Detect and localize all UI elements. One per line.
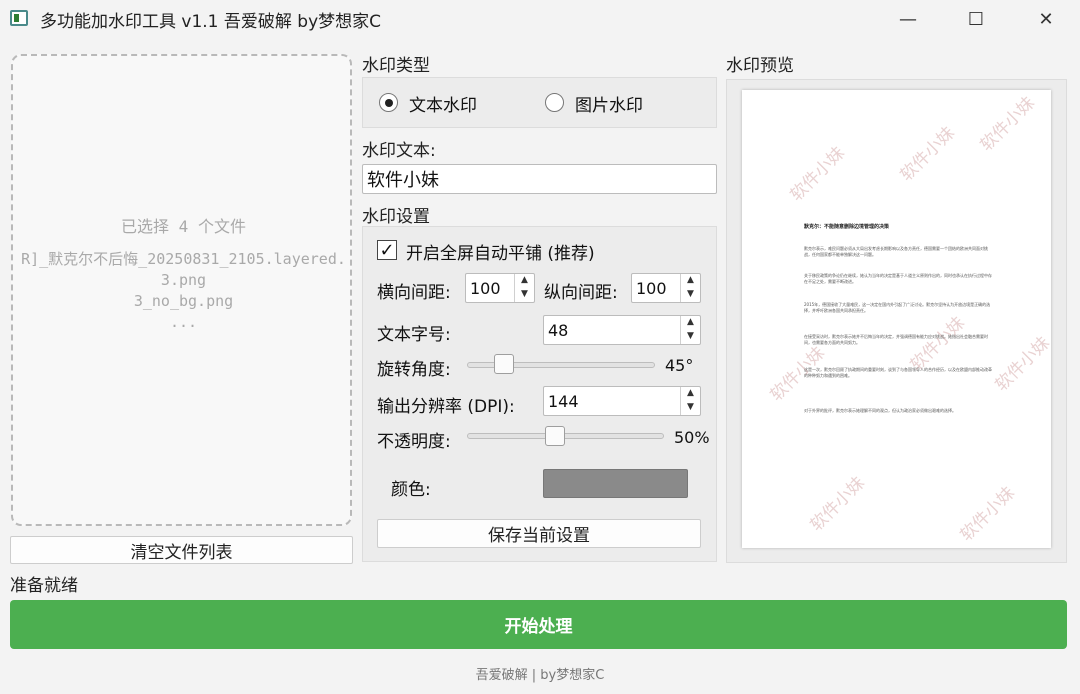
watermark-text-input[interactable]: 软件小妹 xyxy=(362,164,717,194)
opacity-label: 不透明度: xyxy=(377,432,451,452)
save-settings-button[interactable]: 保存当前设置 xyxy=(377,519,701,548)
file-list-info: 已选择 4 个文件 R]_默克尔不后悔_20250831_2105.layere… xyxy=(13,216,354,333)
preview-doc-paragraph: 在接受采访时，默克尔表示她并不后悔当年的决定，并强调德国有能力应对挑战。她指出社… xyxy=(804,334,988,346)
spin-down-icon[interactable]: ▼ xyxy=(681,288,700,302)
status-text: 准备就绪 xyxy=(10,576,78,596)
opacity-slider-handle[interactable] xyxy=(544,426,565,446)
font-size-spinbox[interactable]: 48 ▲ ▼ xyxy=(543,315,701,345)
preview-doc-paragraph: 默克尔表示，难民问题必须从大局出发考虑长期影响以及各方责任，德国需要一个团结的欧… xyxy=(804,246,988,258)
image-watermark-label[interactable]: 图片水印 xyxy=(575,91,643,116)
preview-watermark: 软件小妹 xyxy=(956,483,1019,546)
dpi-spinbox[interactable]: 144 ▲ ▼ xyxy=(543,386,701,416)
v-spacing-label: 纵向间距: xyxy=(544,283,618,303)
v-spacing-spinbox[interactable]: 100 ▲ ▼ xyxy=(631,273,701,303)
image-watermark-radio[interactable] xyxy=(545,93,564,112)
preview-label: 水印预览 xyxy=(726,56,794,76)
watermark-type-label: 水印类型 xyxy=(362,56,430,76)
window-title: 多功能加水印工具 v1.1 吾爱破解 by梦想家C xyxy=(40,12,382,32)
file-count-text: 已选择 4 个文件 xyxy=(121,217,246,236)
h-spacing-label: 横向间距: xyxy=(377,283,451,303)
preview-doc-title: 默克尔：不能随意删除边境管理的决策 xyxy=(804,224,890,230)
text-watermark-radio[interactable] xyxy=(379,93,398,112)
preview-watermark: 软件小妹 xyxy=(786,143,849,206)
preview-watermark: 软件小妹 xyxy=(896,123,959,186)
preview-watermark: 软件小妹 xyxy=(806,473,869,536)
watermark-text-label: 水印文本: xyxy=(362,141,436,161)
app-icon xyxy=(10,10,28,26)
file-name-line: 3.png xyxy=(160,271,207,289)
opacity-slider-track[interactable] xyxy=(467,433,664,439)
watermark-settings-label: 水印设置 xyxy=(362,207,430,227)
preview-watermark: 软件小妹 xyxy=(991,333,1051,396)
h-spacing-value: 100 xyxy=(470,278,501,298)
spin-down-icon[interactable]: ▼ xyxy=(515,288,534,302)
tile-checkbox[interactable]: ✓ xyxy=(377,240,397,261)
preview-image: 软件小妹 软件小妹 软件小妹 软件小妹 软件小妹 软件小妹 软件小妹 软件小妹 … xyxy=(742,90,1051,548)
rotation-label: 旋转角度: xyxy=(377,360,451,380)
preview-doc-paragraph: 关于移民政策的争论仍在继续，她认为当年的决定是基于人道主义原则作出的，同时也承认… xyxy=(804,273,992,285)
file-name-line: 3_no_bg.png xyxy=(133,292,234,310)
preview-doc-paragraph: 2015年，德国接收了大量难民，这一决定在国内外引起了广泛讨论。默克尔坚持认为开… xyxy=(804,302,991,314)
minimize-button[interactable]: — xyxy=(878,0,938,38)
rotation-slider-handle[interactable] xyxy=(493,354,514,374)
tile-checkbox-label[interactable]: 开启全屏自动平铺 (推荐) xyxy=(406,239,595,264)
preview-doc-paragraph: 这是一次，默克尔回顾了执政期间的重要时刻，谈到了与各国领导人的合作经历，以及在欧… xyxy=(804,367,992,379)
spin-up-icon[interactable]: ▲ xyxy=(681,316,700,330)
file-name-line: R]_默克尔不后悔_20250831_2105.layered. xyxy=(21,250,346,268)
spin-down-icon[interactable]: ▼ xyxy=(681,401,700,415)
spin-up-icon[interactable]: ▲ xyxy=(681,274,700,288)
maximize-button[interactable]: ☐ xyxy=(946,0,1006,38)
spin-down-icon[interactable]: ▼ xyxy=(681,330,700,344)
clear-file-list-button[interactable]: 清空文件列表 xyxy=(10,536,353,564)
font-size-label: 文本字号: xyxy=(377,325,451,345)
file-drop-area[interactable]: 已选择 4 个文件 R]_默克尔不后悔_20250831_2105.layere… xyxy=(11,54,352,526)
preview-doc-paragraph: 对于外界的批评，默克尔表示她理解不同的观点，但认为政治家必须做出艰难的选择。 xyxy=(804,408,956,413)
color-picker-button[interactable] xyxy=(543,469,688,498)
watermark-type-group: 文本水印 图片水印 xyxy=(362,77,717,128)
dpi-label: 输出分辨率 (DPI): xyxy=(377,397,515,417)
text-watermark-label[interactable]: 文本水印 xyxy=(409,91,477,116)
file-list-ellipsis: ... xyxy=(169,313,198,331)
color-label: 颜色: xyxy=(391,480,431,500)
close-button[interactable]: ✕ xyxy=(1016,0,1076,38)
footer-text: 吾爱破解 | by梦想家C xyxy=(475,668,605,683)
dpi-value: 144 xyxy=(548,391,579,411)
rotation-value: 45° xyxy=(665,356,694,375)
start-processing-button[interactable]: 开始处理 xyxy=(10,600,1067,649)
h-spacing-spinbox[interactable]: 100 ▲ ▼ xyxy=(465,273,535,303)
opacity-value: 50% xyxy=(674,428,710,447)
font-size-value: 48 xyxy=(548,320,569,340)
preview-watermark: 软件小妹 xyxy=(976,93,1039,156)
v-spacing-value: 100 xyxy=(636,278,667,298)
spin-up-icon[interactable]: ▲ xyxy=(515,274,534,288)
spin-up-icon[interactable]: ▲ xyxy=(681,387,700,401)
